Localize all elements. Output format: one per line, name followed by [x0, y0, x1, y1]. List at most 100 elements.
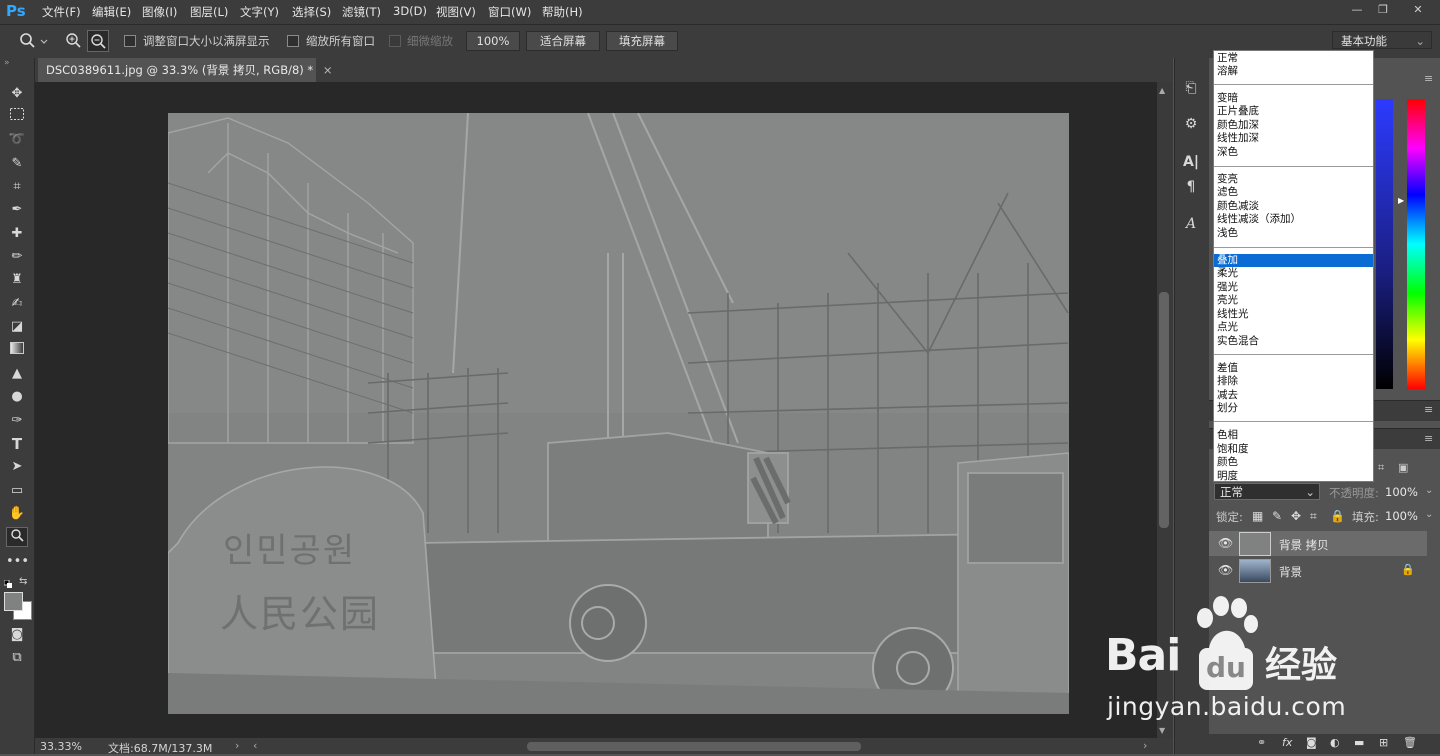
visibility-eye-icon[interactable]: 👁 — [1218, 536, 1233, 550]
blend-option[interactable]: 色相 — [1214, 429, 1373, 442]
menu-3d[interactable]: 3D(D) — [393, 4, 427, 18]
type-tool-icon[interactable]: T — [6, 434, 28, 454]
blend-option[interactable]: 线性减淡（添加） — [1214, 213, 1373, 226]
menu-type[interactable]: 文字(Y) — [240, 4, 279, 20]
blend-option-selected[interactable]: 叠加 — [1214, 254, 1373, 267]
paragraph-panel-icon[interactable]: ¶ — [1180, 177, 1202, 197]
new-group-icon[interactable]: ▬ — [1354, 736, 1364, 749]
blend-mode-dropdown[interactable]: 正常 溶解 变暗 正片叠底 颜色加深 线性加深 深色 变亮 滤色 颜色减淡 线性… — [1213, 50, 1374, 482]
zoom-tool-preset-icon[interactable] — [19, 32, 49, 50]
opacity-chevron-icon[interactable]: ⌄ — [1425, 485, 1433, 496]
swap-colors-icon[interactable]: ⇆ — [19, 576, 27, 587]
vertical-scroll-thumb[interactable] — [1159, 292, 1169, 528]
quick-mask-icon[interactable]: ◙ — [6, 625, 28, 645]
blend-mode-select[interactable]: 正常 ⌄ — [1214, 483, 1320, 500]
dodge-tool-icon[interactable]: ● — [6, 387, 28, 407]
layer-row[interactable]: 👁 背景 🔒 — [1209, 558, 1427, 583]
quick-select-tool-icon[interactable]: ✎ — [6, 154, 28, 174]
glyphs-panel-icon[interactable]: A — [1180, 214, 1202, 234]
lock-artboard-icon[interactable]: ⌗ — [1310, 509, 1317, 524]
scroll-right-icon[interactable]: › — [1143, 739, 1147, 752]
more-tools-icon[interactable]: ••• — [6, 552, 29, 572]
color-panel-menu-icon[interactable]: ≡ — [1424, 72, 1433, 85]
lock-transparency-icon[interactable]: ▦ — [1252, 509, 1263, 523]
status-menu-arrow-icon[interactable]: › — [235, 739, 239, 752]
blend-option[interactable]: 饱和度 — [1214, 443, 1373, 456]
blend-option[interactable]: 正片叠底 — [1214, 105, 1373, 118]
crop-tool-icon[interactable]: ⌗ — [6, 177, 28, 197]
fill-screen-button[interactable]: 填充屏幕 — [606, 31, 678, 51]
layer-name[interactable]: 背景 — [1279, 564, 1302, 580]
blend-option[interactable]: 浅色 — [1214, 227, 1373, 240]
blend-option[interactable]: 颜色加深 — [1214, 119, 1373, 132]
eyedropper-tool-icon[interactable]: ✒ — [6, 200, 28, 220]
menu-select[interactable]: 选择(S) — [292, 4, 331, 20]
pen-tool-icon[interactable]: ✑ — [6, 411, 28, 431]
scroll-left-icon[interactable]: ‹ — [253, 739, 257, 752]
blend-option[interactable]: 变暗 — [1214, 92, 1373, 105]
menu-help[interactable]: 帮助(H) — [542, 4, 583, 20]
lock-position-icon[interactable]: ✥ — [1291, 509, 1301, 523]
foreground-color-swatch[interactable] — [4, 592, 23, 611]
clone-stamp-icon[interactable]: ♜ — [6, 270, 28, 290]
filter-smart-object-icon[interactable]: ▣ — [1398, 461, 1408, 474]
horizontal-scroll-thumb[interactable] — [527, 742, 861, 751]
layer-style-icon[interactable]: fx — [1282, 736, 1292, 749]
menu-view[interactable]: 视图(V) — [436, 4, 476, 20]
rectangle-tool-icon[interactable]: ▭ — [6, 481, 28, 501]
resize-windows-checkbox[interactable] — [124, 35, 136, 47]
blur-tool-icon[interactable]: ▲ — [6, 364, 28, 384]
color-slider[interactable] — [1376, 99, 1393, 389]
adjustment-layer-icon[interactable]: ◐ — [1330, 736, 1340, 749]
fill-chevron-icon[interactable]: ⌄ — [1425, 509, 1433, 520]
delete-layer-icon[interactable]: 🗑 — [1403, 736, 1417, 749]
blend-option[interactable]: 明度 — [1214, 470, 1373, 483]
fill-value[interactable]: 100% — [1385, 509, 1418, 523]
zoom-out-icon[interactable] — [87, 30, 109, 52]
blend-option[interactable]: 柔光 — [1214, 267, 1373, 280]
blend-option[interactable]: 亮光 — [1214, 294, 1373, 307]
zoom-all-checkbox[interactable] — [287, 35, 299, 47]
collapse-icon[interactable]: » — [4, 58, 10, 68]
blend-option[interactable]: 颜色减淡 — [1214, 200, 1373, 213]
scroll-down-icon[interactable]: ▼ — [1159, 726, 1165, 735]
blend-option[interactable]: 颜色 — [1214, 456, 1373, 469]
document-image[interactable]: 인민공원 人民公园 — [168, 113, 1069, 714]
scrubby-zoom-checkbox[interactable] — [389, 35, 401, 47]
blend-option[interactable]: 实色混合 — [1214, 335, 1373, 348]
character-panel-icon[interactable]: A| — [1180, 152, 1202, 172]
zoom-level-field[interactable]: 33.33% — [40, 740, 82, 753]
layer-name[interactable]: 背景 拷贝 — [1279, 537, 1329, 553]
opacity-value[interactable]: 100% — [1385, 485, 1418, 499]
lock-pixels-icon[interactable]: ✎ — [1272, 509, 1282, 523]
blend-option[interactable]: 变亮 — [1214, 173, 1373, 186]
color-spectrum[interactable] — [1407, 99, 1425, 389]
gradient-tool-icon[interactable] — [6, 341, 28, 361]
zoom-tool-icon[interactable] — [6, 527, 28, 547]
properties-panel-icon[interactable]: ⚙ — [1180, 114, 1202, 134]
move-tool-icon[interactable]: ✥ — [6, 84, 28, 104]
menu-window[interactable]: 窗口(W) — [488, 4, 531, 20]
menu-filter[interactable]: 滤镜(T) — [342, 4, 381, 20]
healing-brush-icon[interactable]: ✚ — [6, 224, 28, 244]
menu-layer[interactable]: 图层(L) — [190, 4, 228, 20]
eraser-tool-icon[interactable]: ◪ — [6, 317, 28, 337]
minimize-button[interactable]: — — [1347, 3, 1367, 19]
blend-option[interactable]: 差值 — [1214, 362, 1373, 375]
visibility-eye-icon[interactable]: 👁 — [1218, 563, 1233, 577]
blend-option[interactable]: 滤色 — [1214, 186, 1373, 199]
blend-option[interactable]: 溶解 — [1214, 65, 1373, 78]
link-layers-icon[interactable]: ⚭ — [1257, 736, 1266, 749]
blend-option[interactable]: 线性加深 — [1214, 132, 1373, 145]
menu-file[interactable]: 文件(F) — [42, 4, 81, 20]
blend-option[interactable]: 深色 — [1214, 146, 1373, 159]
blend-option[interactable]: 点光 — [1214, 321, 1373, 334]
blend-option[interactable]: 强光 — [1214, 281, 1373, 294]
brush-tool-icon[interactable]: ✏ — [6, 247, 28, 267]
restore-button[interactable]: ❐ — [1373, 3, 1393, 19]
path-select-icon[interactable]: ➤ — [6, 457, 28, 477]
fit-screen-button[interactable]: 适合屏幕 — [526, 31, 600, 51]
tab-close-icon[interactable]: × — [323, 63, 333, 77]
screen-mode-icon[interactable]: ⧉ — [6, 648, 28, 668]
close-window-button[interactable]: ✕ — [1408, 3, 1428, 19]
